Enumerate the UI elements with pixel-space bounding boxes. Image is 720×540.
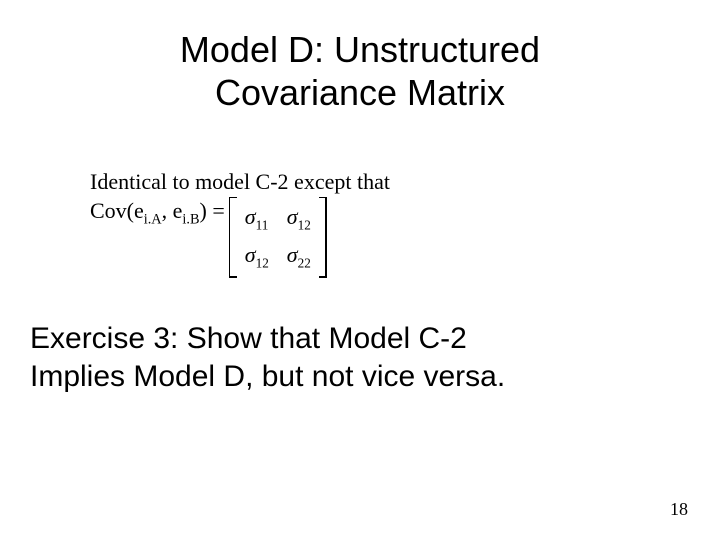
sigma-12-bottom: σ12 [245,241,269,272]
body-block: Identical to model C-2 except that Cov(e… [90,168,650,278]
cov-sub-ib: i.B [182,211,199,227]
sigma-12-top: σ12 [287,203,311,234]
cov-suffix: ) = [200,198,225,223]
cov-mid: , e [162,198,183,223]
exercise-text: Exercise 3: Show that Model C-2 Implies … [30,320,690,395]
covariance-expression: Cov(ei.A, ei.B) = [90,197,225,229]
covariance-line: Cov(ei.A, ei.B) = σ11 σ12 σ12 σ22 [90,197,650,278]
sigma-22: σ22 [287,241,311,272]
page-number: 18 [670,499,688,520]
cov-sub-ia: i.A [144,211,162,227]
matrix-cells: σ11 σ12 σ12 σ22 [237,197,319,278]
cov-prefix: Cov(e [90,198,144,223]
exercise-line-2: Implies Model D, but not vice versa. [30,360,505,393]
left-bracket-icon [229,197,237,278]
slide: Model D: Unstructured Covariance Matrix … [0,0,720,540]
title-line-1: Model D: Unstructured [180,29,540,70]
sigma-11: σ11 [245,203,269,234]
intro-text: Identical to model C-2 except that [90,168,650,197]
covariance-matrix: σ11 σ12 σ12 σ22 [229,197,327,278]
slide-title: Model D: Unstructured Covariance Matrix [0,28,720,114]
exercise-line-1: Exercise 3: Show that Model C-2 [30,322,467,355]
right-bracket-icon [319,197,327,278]
title-line-2: Covariance Matrix [215,72,505,113]
